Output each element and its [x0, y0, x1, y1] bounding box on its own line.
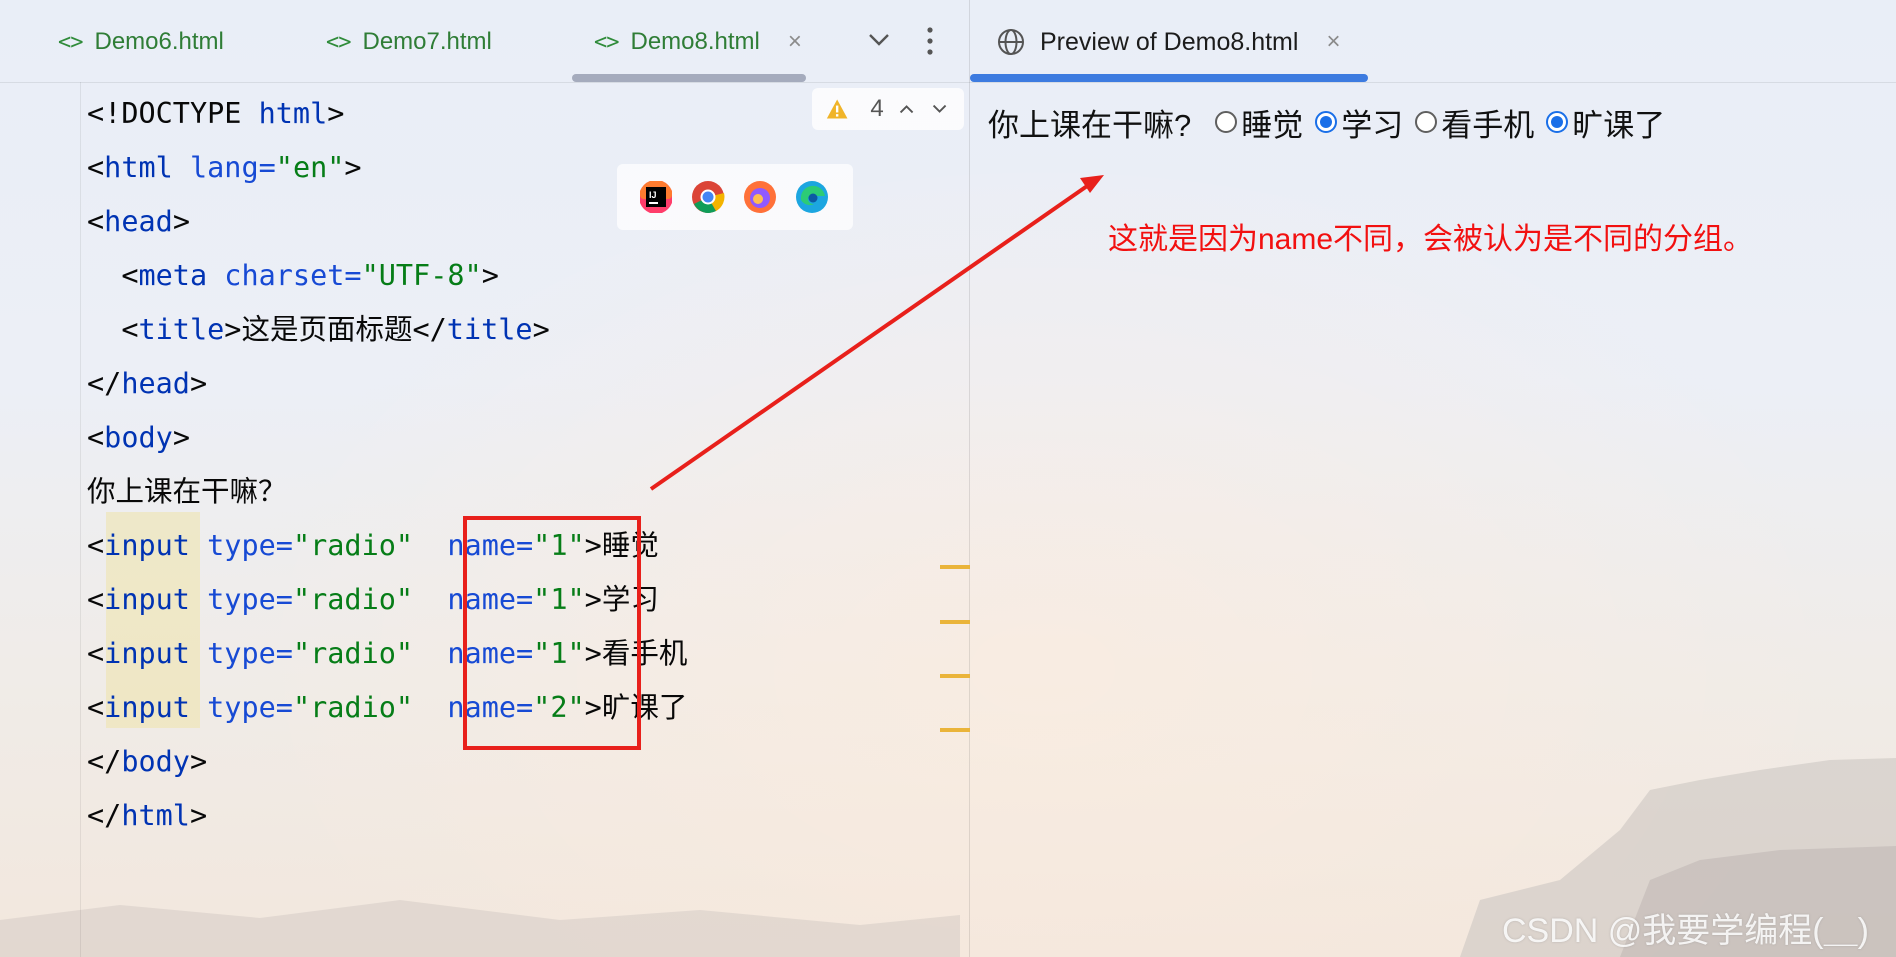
radio-label: 睡觉 — [1241, 107, 1304, 143]
title-text: 这是页面标题 — [241, 313, 413, 346]
code-line-1[interactable]: <!DOCTYPE html> — [87, 94, 344, 134]
chevron-down-icon[interactable] — [931, 102, 948, 116]
warning-marker[interactable] — [940, 674, 970, 678]
watermark: CSDN @我要学编程(＿) — [1502, 912, 1869, 950]
tab-label: Demo7.html — [362, 28, 492, 55]
code-line-8[interactable]: 你上课在干嘛？ — [87, 472, 287, 512]
chevron-down-icon[interactable] — [866, 26, 892, 52]
name-attribute-highlight-box — [463, 516, 641, 750]
html-file-icon: <> — [594, 29, 619, 55]
question-text: 你上课在干嘛? — [988, 107, 1192, 143]
radio-label: 学习 — [1341, 107, 1404, 143]
close-tab-icon[interactable]: × — [1326, 28, 1340, 56]
editor-scrollbar[interactable] — [572, 74, 806, 82]
tab-label: Demo8.html — [630, 28, 760, 55]
chrome-icon[interactable] — [691, 180, 725, 214]
editor-tab-bar — [0, 0, 1896, 83]
warning-marker[interactable] — [940, 620, 970, 624]
tab-demo7[interactable]: <> Demo7.html — [326, 22, 492, 62]
tab-demo8[interactable]: <> Demo8.html × — [594, 22, 802, 62]
annotation-text: 这就是因为name不同，会被认为是不同的分组。 — [1108, 223, 1754, 256]
radio-skip-class[interactable] — [1546, 111, 1569, 133]
svg-text:IJ: IJ — [649, 190, 657, 200]
html-file-icon: <> — [326, 29, 351, 55]
radio-phone[interactable] — [1415, 111, 1438, 133]
preview-tab-label: Preview of Demo8.html — [1040, 27, 1299, 56]
tab-preview[interactable]: Preview of Demo8.html × — [996, 22, 1340, 62]
tab-label: Demo6.html — [94, 28, 224, 55]
inspection-widget[interactable]: 4 — [812, 88, 964, 130]
chevron-up-icon[interactable] — [898, 102, 915, 116]
code-line-5[interactable]: <title>这是页面标题</title> — [87, 310, 549, 350]
code-line-7[interactable]: <body> — [87, 418, 190, 458]
close-tab-icon[interactable]: × — [788, 28, 802, 56]
more-options-icon[interactable] — [922, 24, 938, 58]
active-tab-indicator — [970, 74, 1368, 82]
editor-gutter — [80, 82, 81, 957]
radio-sleep[interactable] — [1215, 111, 1238, 133]
browser-preview-toolbar: IJ — [617, 164, 853, 230]
warning-icon[interactable] — [826, 97, 848, 121]
pane-divider[interactable] — [969, 0, 970, 957]
code-line-4[interactable]: <meta charset="UTF-8"> — [87, 256, 499, 296]
radio-label: 旷课了 — [1572, 107, 1666, 143]
doctype-keyword: html — [258, 97, 328, 130]
code-line-14[interactable]: </html> — [87, 796, 207, 836]
warning-marker[interactable] — [940, 728, 970, 732]
body-text: 你上课在干嘛？ — [87, 475, 287, 508]
edge-icon[interactable] — [795, 180, 829, 214]
tab-demo6[interactable]: <> Demo6.html — [58, 22, 224, 62]
intellij-icon[interactable]: IJ — [639, 180, 673, 214]
firefox-icon[interactable] — [743, 180, 777, 214]
warning-count: 4 — [870, 95, 884, 122]
radio-label: 看手机 — [1441, 107, 1535, 143]
code-line-13[interactable]: </body> — [87, 742, 207, 782]
warning-marker[interactable] — [940, 565, 970, 569]
doctype-text: <!DOCTYPE — [87, 97, 259, 130]
code-line-6[interactable]: </head> — [87, 364, 207, 404]
code-line-2[interactable]: <html lang="en"> — [87, 148, 362, 188]
html-file-icon: <> — [58, 29, 83, 55]
code-line-3[interactable]: <head> — [87, 202, 190, 242]
globe-icon — [998, 29, 1024, 55]
radio-study[interactable] — [1315, 111, 1338, 133]
preview-content: 你上课在干嘛? 睡觉 学习 看手机 旷课了 — [988, 102, 1666, 143]
